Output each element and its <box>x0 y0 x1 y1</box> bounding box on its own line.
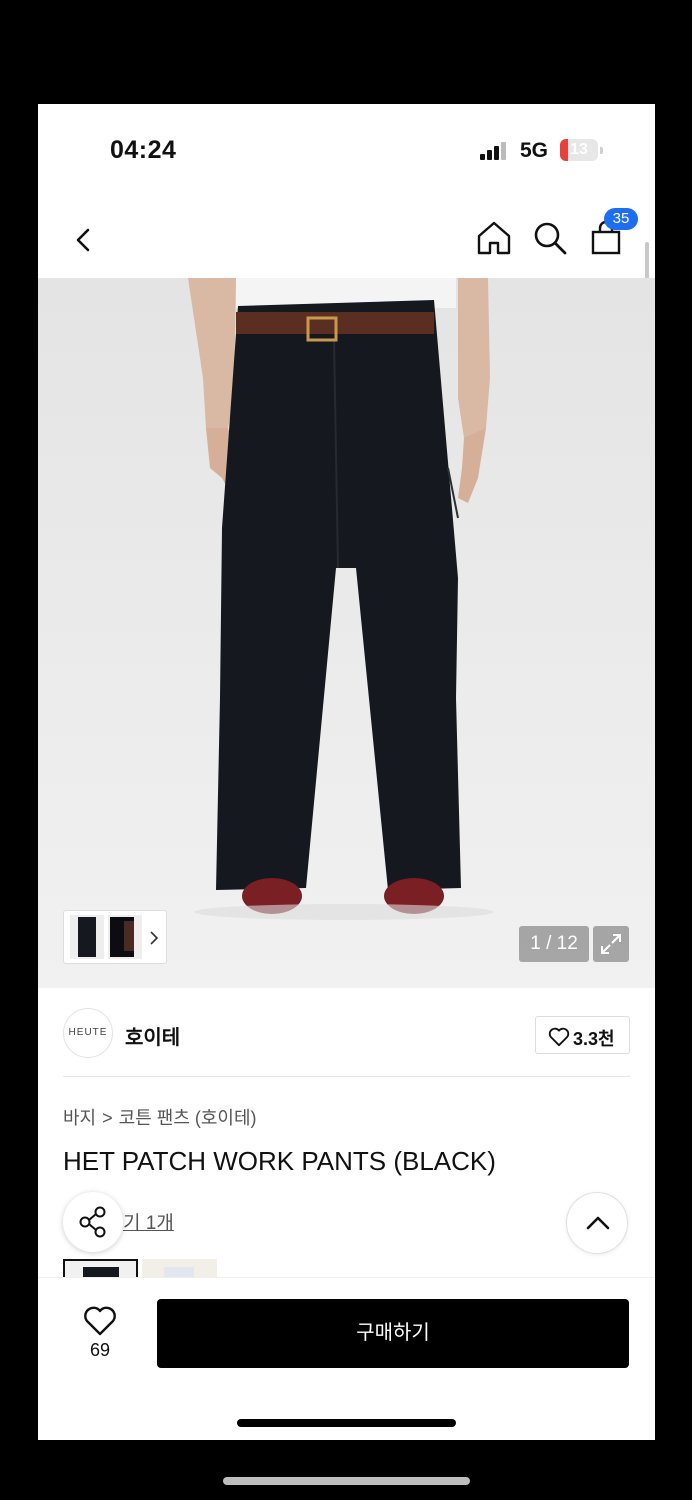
status-bar: 04:24 5G 13 <box>38 104 655 194</box>
wishlist-count: 69 <box>89 1340 111 1360</box>
chevron-right-icon <box>150 931 159 945</box>
app-screen: 04:24 5G 13 35 1 / 12 HEUTE 호이테 3.3천 바지 … <box>38 104 655 1440</box>
heart-icon <box>548 1027 570 1047</box>
divider <box>63 1076 630 1077</box>
breadcrumb-separator: > <box>102 1108 113 1128</box>
brand-like-button[interactable]: 3.3천 <box>535 1016 630 1054</box>
search-button[interactable] <box>530 218 570 258</box>
cart-count-badge: 35 <box>604 208 638 230</box>
status-time: 04:24 <box>110 136 177 164</box>
home-indicator[interactable] <box>237 1419 456 1427</box>
network-type: 5G <box>520 139 549 162</box>
buy-button[interactable]: 구매하기 <box>157 1299 629 1368</box>
share-button[interactable] <box>63 1192 123 1252</box>
home-icon <box>477 221 511 255</box>
signal-icon <box>480 142 510 160</box>
breadcrumb: 바지 > 코튼 팬츠 (호이테) <box>63 1104 257 1130</box>
search-icon <box>534 222 567 255</box>
outer-home-indicator <box>223 1477 470 1485</box>
battery-icon: 13 <box>560 139 598 161</box>
home-button[interactable] <box>474 218 514 258</box>
share-icon <box>79 1206 106 1238</box>
bottom-action-bar: 69 구매하기 <box>38 1277 655 1440</box>
expand-image-button[interactable] <box>593 926 629 962</box>
brand-name[interactable]: 호이테 <box>125 1021 180 1050</box>
battery-tip <box>600 147 603 154</box>
image-page-counter: 1 / 12 <box>519 926 589 962</box>
heart-icon <box>84 1306 116 1336</box>
review-link[interactable]: 기 1개 <box>123 1208 174 1235</box>
breadcrumb-subcategory[interactable]: 코튼 팬츠 (호이테) <box>119 1108 257 1128</box>
back-button[interactable] <box>64 220 104 260</box>
brand-like-count: 3.3천 <box>573 1029 615 1049</box>
chevron-up-icon <box>586 1216 610 1230</box>
image-thumbnail-strip[interactable] <box>63 910 167 964</box>
brand-logo[interactable]: HEUTE <box>63 1008 113 1058</box>
wishlist-button[interactable]: 69 <box>70 1304 130 1364</box>
product-image-carousel[interactable]: 1 / 12 <box>38 278 655 988</box>
breadcrumb-category[interactable]: 바지 <box>63 1108 96 1128</box>
brand-row[interactable]: HEUTE 호이테 3.3천 <box>38 988 655 1078</box>
top-nav-bar: 35 <box>38 194 655 278</box>
product-photo <box>188 278 494 920</box>
thumbnail-images <box>70 915 159 959</box>
scroll-to-top-button[interactable] <box>566 1192 628 1254</box>
expand-icon <box>601 934 621 954</box>
battery-level: 13 <box>570 141 588 158</box>
chevron-left-icon <box>76 228 90 252</box>
product-title: HET PATCH WORK PANTS (BLACK) <box>63 1146 496 1176</box>
